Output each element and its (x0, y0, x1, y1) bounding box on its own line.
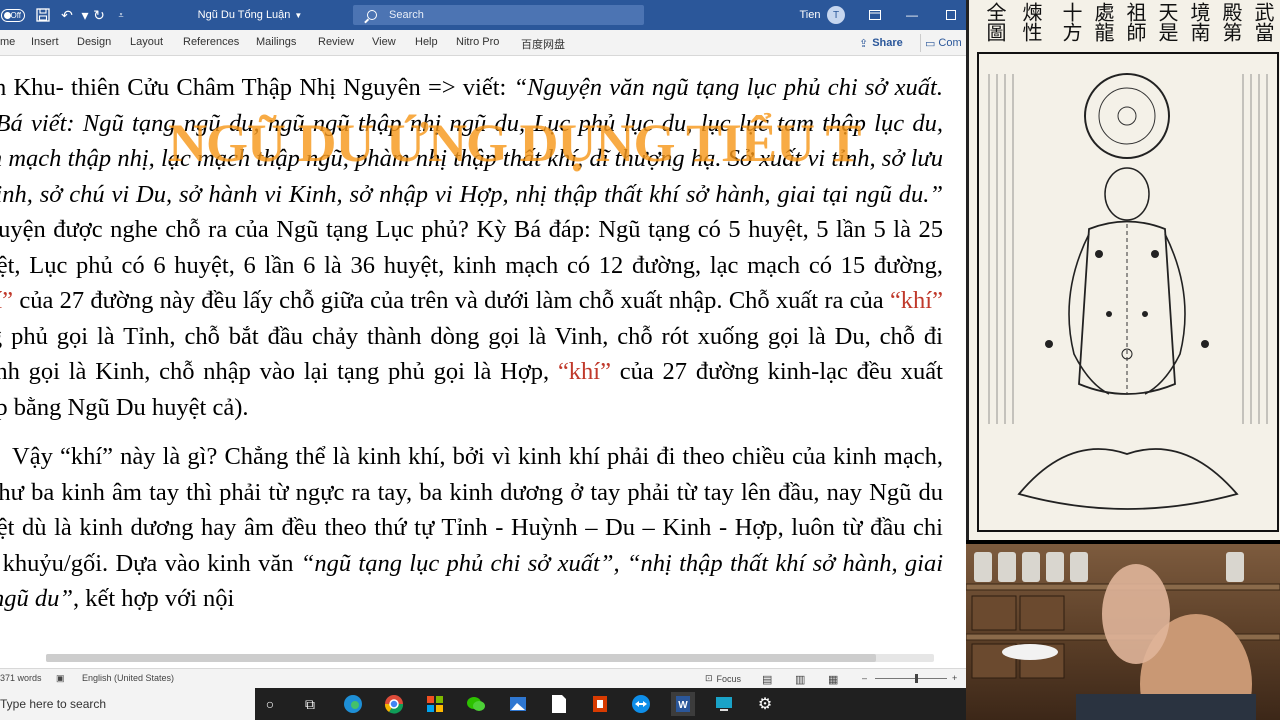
chart-caption-column: 天是 (1155, 2, 1179, 42)
document-canvas[interactable]: Linh Khu- thiên Cửu Châm Thập Nhị Nguyên… (0, 56, 966, 668)
share-icon: ⇪ (859, 37, 869, 50)
chart-caption-column: 武當 (1251, 2, 1275, 42)
tab-view[interactable]: View (372, 36, 396, 48)
chart-caption-column: 煉性 (1019, 2, 1043, 42)
tab-review[interactable]: Review (318, 36, 354, 48)
meditating-figure-drawing (988, 73, 1268, 510)
zoom-out-icon[interactable]: – (862, 673, 867, 683)
tab-design[interactable]: Design (77, 36, 111, 48)
word-taskbar-icon[interactable]: W (671, 692, 695, 716)
taskbar-search-box[interactable]: Type here to search (0, 688, 255, 720)
save-icon[interactable] (32, 0, 54, 30)
video-overlay-title: NGŨ DU ỨNG DỤNG TIỂU T (168, 113, 862, 173)
chart-caption-column: 祖師 (1123, 2, 1147, 42)
zoom-in-icon[interactable]: + (952, 673, 957, 683)
comment-icon: ▭ (925, 37, 936, 50)
webcam-scene (966, 552, 1280, 720)
autosave-state: Off (1, 8, 25, 22)
document-title-text: Ngũ Du Tổng Luận (197, 9, 291, 21)
proofing-icon[interactable]: ▣ (56, 673, 65, 684)
scrollbar-thumb[interactable] (46, 654, 876, 662)
chart-frame (977, 52, 1279, 532)
search-icon (367, 10, 377, 20)
edge-icon[interactable] (341, 692, 365, 716)
title-bar: Off ↶ ▾ ↻ ⩡ Ngũ Du Tổng Luận ▼ Search Ti… (0, 0, 966, 30)
p2-text-c: , kết hợp với nội (73, 585, 235, 612)
minimize-icon[interactable]: — (897, 0, 927, 30)
autosave-toggle[interactable]: Off (0, 0, 26, 30)
read-mode-icon[interactable]: ▤ (762, 673, 772, 686)
tab-insert[interactable]: Insert (31, 36, 59, 48)
redo-icon[interactable]: ↻ (88, 0, 110, 30)
tab-baidu-netdisk[interactable]: 百度网盘 (521, 36, 565, 52)
share-label: Share (872, 37, 903, 49)
store-icon[interactable] (423, 692, 447, 716)
taskbar-search-placeholder: Type here to search (0, 697, 107, 711)
search-box[interactable]: Search (353, 5, 644, 25)
search-placeholder: Search (389, 9, 424, 21)
comments-label: Com (938, 37, 962, 49)
focus-label: Focus (716, 673, 742, 684)
zoom-slider-thumb[interactable] (915, 674, 918, 683)
tab-mailings[interactable]: Mailings (256, 36, 296, 48)
horizontal-scrollbar[interactable] (46, 654, 934, 662)
maximize-icon[interactable] (936, 0, 966, 30)
chrome-icon[interactable] (382, 692, 406, 716)
windows-taskbar: Type here to search ○ ⧉ W ⚙ (0, 688, 966, 720)
tab-help[interactable]: Help (415, 36, 438, 48)
cortana-icon[interactable]: ○ (258, 692, 282, 716)
avatar[interactable]: T (825, 0, 847, 30)
focus-icon: ⊡ (705, 673, 713, 683)
p1-khi-1: “khí” (0, 287, 14, 314)
word-window: Off ↶ ▾ ↻ ⩡ Ngũ Du Tổng Luận ▼ Search Ti… (0, 0, 966, 688)
p1-translation: (Nguyện được nghe chỗ ra của Ngũ tạng Lụ… (0, 216, 943, 279)
p1-khi-2: “khí” (889, 287, 943, 314)
chart-caption-column: 境南 (1187, 2, 1211, 42)
avatar-initial: T (827, 6, 845, 24)
office-icon[interactable] (588, 692, 612, 716)
tab-references[interactable]: References (183, 36, 239, 48)
share-button[interactable]: ⇪ Share (855, 34, 907, 52)
ribbon-tabs: me Insert Design Layout References Maili… (0, 30, 966, 56)
chevron-down-icon: ▼ (294, 10, 303, 20)
tab-nitro-pro[interactable]: Nitro Pro (456, 36, 499, 48)
status-bar: 371 words ▣ English (United States) ⊡ Foc… (0, 668, 966, 688)
settings-gear-icon[interactable]: ⚙ (753, 692, 777, 716)
teamviewer-icon[interactable] (629, 692, 653, 716)
chart-caption-column: 十方 (1059, 2, 1083, 42)
focus-button[interactable]: ⊡ Focus (705, 673, 741, 684)
tab-home[interactable]: me (0, 36, 15, 48)
zoom-slider[interactable] (875, 678, 947, 679)
comments-button[interactable]: ▭ Com (920, 34, 966, 52)
chart-caption-column: 殿第 (1219, 2, 1243, 42)
wechat-icon[interactable] (464, 692, 488, 716)
document-title[interactable]: Ngũ Du Tổng Luận ▼ (160, 0, 340, 30)
user-name[interactable]: Tien (790, 0, 830, 30)
language[interactable]: English (United States) (82, 673, 174, 683)
p1-intro: Linh Khu- thiên Cửu Châm Thập Nhị Nguyên… (0, 74, 514, 101)
file-icon[interactable] (547, 692, 571, 716)
chart-caption-column: 處龍 (1091, 2, 1115, 42)
tab-layout[interactable]: Layout (130, 36, 163, 48)
svg-text:W: W (678, 700, 688, 711)
chart-caption-column: 全圖 (983, 2, 1007, 42)
p1-text-d: của 27 đường này đều lấy chỗ giữa của tr… (13, 287, 890, 314)
paragraph-2: Vậy “khí” này là gì? Chẳng thể là kinh k… (0, 439, 943, 617)
remote-desktop-icon[interactable] (712, 692, 736, 716)
webcam-video-feed (966, 544, 1280, 720)
p1-khi-3: “khí” (557, 358, 611, 385)
ribbon-display-options-icon[interactable] (860, 0, 890, 30)
acupuncture-chart-image: 武當 殿第 境南 天是 祖師 處龍 十方 煉性 全圖 (966, 0, 1280, 540)
web-layout-icon[interactable]: ▦ (828, 673, 838, 686)
word-count[interactable]: 371 words (0, 673, 42, 683)
print-layout-icon[interactable]: ▥ (795, 673, 805, 686)
photos-icon[interactable] (506, 692, 530, 716)
customize-quick-access-icon[interactable]: ⩡ (110, 0, 132, 30)
task-view-icon[interactable]: ⧉ (298, 692, 322, 716)
